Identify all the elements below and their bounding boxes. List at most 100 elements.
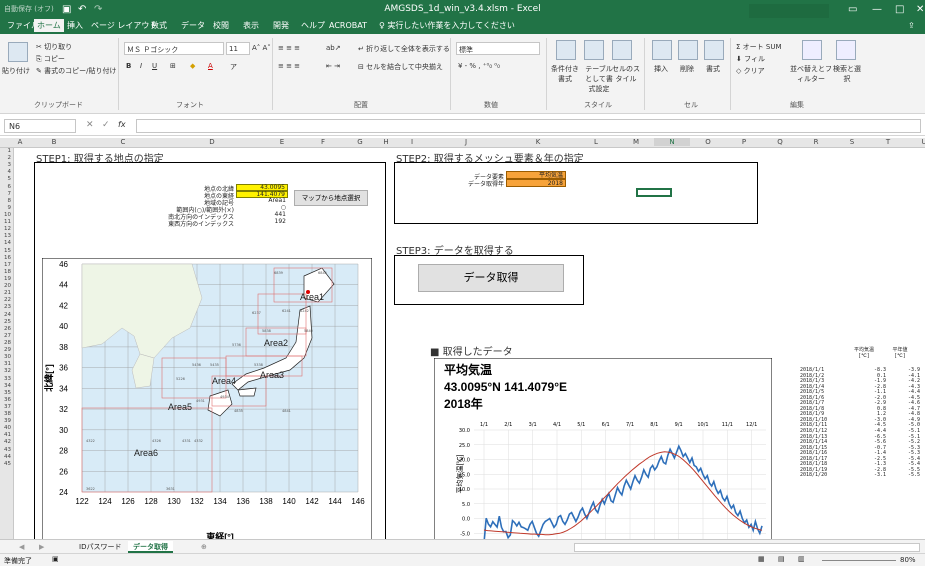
active-cell-cursor[interactable] — [636, 188, 672, 197]
row-header[interactable]: 22 — [0, 297, 13, 304]
column-header[interactable]: D — [164, 138, 260, 146]
row-header[interactable]: 3 — [0, 162, 13, 169]
enter-icon[interactable]: ✓ — [102, 120, 110, 130]
find-select-button[interactable]: 検索と選択 — [830, 64, 864, 84]
map-select-button[interactable]: マップから地点選択 — [294, 190, 368, 206]
tab-home[interactable]: ホーム — [34, 19, 64, 34]
tab-developer[interactable]: 開発 — [270, 19, 292, 34]
page-layout-icon[interactable]: ▤ — [778, 555, 785, 563]
row-header[interactable]: 7 — [0, 191, 13, 198]
column-header[interactable]: F — [304, 138, 342, 146]
underline-button[interactable]: U — [152, 62, 157, 70]
indent-icon[interactable]: ⇤ ⇥ — [326, 62, 340, 70]
row-header[interactable]: 20 — [0, 283, 13, 290]
column-header[interactable]: T — [870, 138, 906, 146]
merge-center-button[interactable]: ⊟ セルを結合して中央揃え — [358, 62, 443, 72]
row-header[interactable]: 35 — [0, 390, 13, 397]
column-header[interactable]: H — [378, 138, 394, 146]
column-header[interactable]: R — [798, 138, 834, 146]
horizontal-scrollbar[interactable] — [574, 543, 920, 552]
ribbon-display-icon[interactable]: ▭ — [848, 4, 857, 15]
normal-view-icon[interactable]: ▦ — [758, 555, 765, 563]
row-header[interactable]: 24 — [0, 312, 13, 319]
name-box[interactable]: N6 — [4, 119, 76, 133]
column-header[interactable]: K — [502, 138, 574, 146]
minimize-icon[interactable]: — — [872, 4, 882, 15]
column-header[interactable]: Q — [762, 138, 798, 146]
row-header[interactable]: 44 — [0, 454, 13, 461]
row-header[interactable]: 31 — [0, 361, 13, 368]
row-header[interactable]: 33 — [0, 376, 13, 383]
row-header[interactable]: 25 — [0, 319, 13, 326]
row-header[interactable]: 34 — [0, 383, 13, 390]
font-size-select[interactable]: 11 — [226, 42, 250, 55]
share-icon[interactable]: ⇪ — [905, 19, 918, 34]
align-top-icon[interactable]: ≡ ≡ ≡ — [278, 44, 300, 52]
row-header[interactable]: 29 — [0, 347, 13, 354]
clear-button[interactable]: ◇ クリア — [736, 66, 765, 76]
table-cell-temp[interactable]: -3.1 — [852, 473, 886, 479]
table-cell-normal[interactable]: -5.5 — [886, 473, 920, 479]
row-header[interactable]: 1 — [0, 148, 13, 155]
column-header[interactable]: C — [82, 138, 164, 146]
orientation-icon[interactable]: ab↗ — [326, 44, 341, 52]
tab-review[interactable]: 校閲 — [210, 19, 232, 34]
insert-icon[interactable] — [652, 40, 672, 60]
column-header[interactable]: S — [834, 138, 870, 146]
format-painter-button[interactable]: ✎ 書式のコピー/貼り付け — [36, 66, 116, 76]
cancel-icon[interactable]: ✕ — [86, 120, 94, 130]
font-grow-icon[interactable]: A˄ A˅ — [252, 44, 271, 52]
column-header[interactable]: P — [726, 138, 762, 146]
format-icon[interactable] — [704, 40, 724, 60]
conditional-format-button[interactable]: 条件付き書式 — [548, 64, 582, 84]
font-color-button[interactable]: A — [208, 62, 213, 70]
column-header[interactable]: I — [394, 138, 430, 146]
row-header[interactable]: 28 — [0, 340, 13, 347]
paste-icon[interactable] — [8, 42, 28, 62]
tab-acrobat[interactable]: ACROBAT — [326, 19, 370, 34]
get-data-button[interactable]: データ取得 — [418, 264, 564, 292]
row-header[interactable]: 32 — [0, 368, 13, 375]
font-name-select[interactable]: ＭＳ Ｐゴシック — [124, 42, 224, 55]
row-header[interactable]: 40 — [0, 425, 13, 432]
close-icon[interactable]: ✕ — [916, 4, 924, 15]
next-sheet-icon[interactable]: ▶ — [34, 541, 49, 553]
row-header[interactable]: 11 — [0, 219, 13, 226]
zoom-slider[interactable] — [822, 560, 896, 561]
column-header[interactable]: M — [618, 138, 654, 146]
column-header[interactable]: L — [574, 138, 618, 146]
row-header[interactable]: 21 — [0, 290, 13, 297]
row-header[interactable]: 43 — [0, 447, 13, 454]
row-header[interactable]: 39 — [0, 418, 13, 425]
row-header[interactable]: 17 — [0, 262, 13, 269]
row-header[interactable]: 6 — [0, 184, 13, 191]
row-header[interactable]: 37 — [0, 404, 13, 411]
row-header[interactable]: 4 — [0, 169, 13, 176]
tab-formulas[interactable]: 数式 — [148, 19, 170, 34]
row-header[interactable]: 30 — [0, 354, 13, 361]
sort-filter-button[interactable]: 並べ替えとフィルター — [790, 64, 832, 84]
sort-filter-icon[interactable] — [802, 40, 822, 60]
phonetic-icon[interactable]: ア — [230, 62, 237, 72]
zoom-level[interactable]: 80% — [900, 556, 916, 564]
tab-insert[interactable]: 挿入 — [64, 19, 86, 34]
row-header[interactable]: 8 — [0, 198, 13, 205]
column-header[interactable]: E — [260, 138, 304, 146]
format-table-button[interactable]: テーブルとして書式設定 — [582, 64, 616, 94]
row-header[interactable]: 2 — [0, 155, 13, 162]
column-header[interactable]: J — [430, 138, 502, 146]
element-value[interactable]: 平均気温 — [506, 171, 566, 179]
account-area[interactable] — [749, 4, 829, 18]
conditional-format-icon[interactable] — [556, 40, 576, 60]
row-header[interactable]: 16 — [0, 255, 13, 262]
tab-data[interactable]: データ — [178, 19, 208, 34]
macro-record-icon[interactable]: ▣ — [52, 555, 59, 563]
column-header[interactable]: G — [342, 138, 378, 146]
cut-button[interactable]: ✂ 切り取り — [36, 42, 72, 52]
align-left-icon[interactable]: ≡ ≡ ≡ — [278, 62, 300, 70]
column-header[interactable]: U — [906, 138, 925, 146]
row-header[interactable]: 45 — [0, 461, 13, 468]
sheet-tab-idpass[interactable]: IDパスワード — [74, 541, 126, 553]
insert-function-button[interactable]: fx — [118, 120, 126, 129]
format-table-icon[interactable] — [584, 40, 604, 60]
